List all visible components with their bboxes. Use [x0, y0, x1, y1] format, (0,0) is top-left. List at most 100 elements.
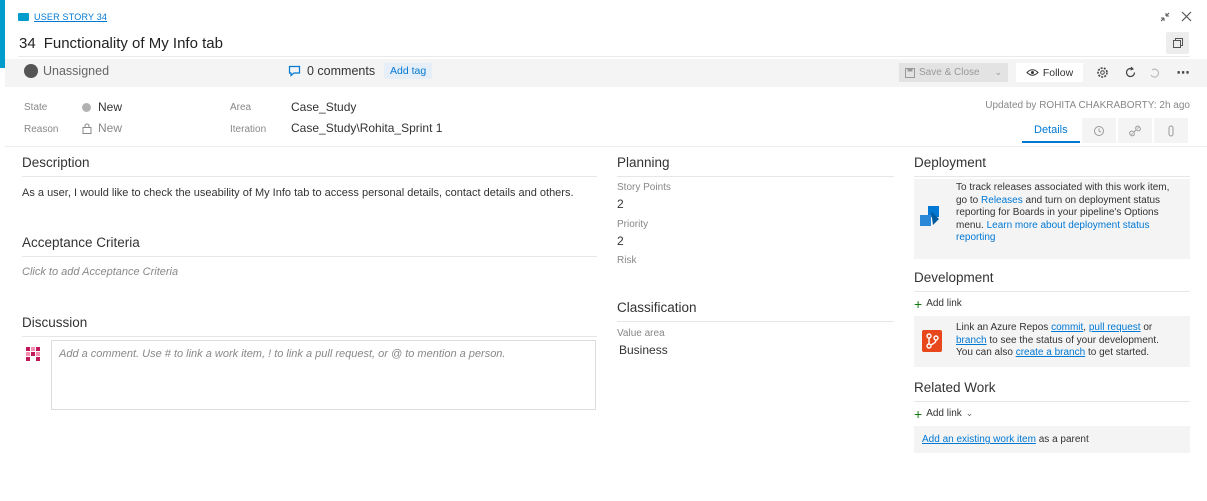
save-close-button[interactable]: Save & Close ⌄	[899, 63, 1008, 82]
deployment-text-3: and turn on deployment status	[1022, 194, 1161, 206]
comments-link[interactable]: 0 comments	[288, 64, 375, 78]
git-repo-icon	[922, 330, 942, 357]
description-heading: Description	[22, 155, 597, 177]
classification-heading: Classification	[617, 300, 894, 322]
lock-icon	[82, 123, 92, 134]
item-tabs: Details	[1022, 118, 1188, 143]
related-add-link[interactable]: + Add link ⌄	[914, 405, 974, 422]
learn-more-link-cont[interactable]: reporting	[956, 232, 995, 243]
assignee-label: Unassigned	[43, 64, 110, 78]
planning-heading: Planning	[617, 155, 894, 177]
pull-request-link[interactable]: pull request	[1089, 322, 1141, 333]
settings-gear-icon[interactable]	[1092, 63, 1112, 82]
eye-icon	[1026, 69, 1039, 76]
comment-icon	[288, 65, 301, 77]
deployment-text-4: reporting for Boards in your pipeline's …	[956, 207, 1159, 218]
releases-link[interactable]: Releases	[981, 195, 1023, 206]
refresh-icon[interactable]	[1120, 63, 1140, 82]
iteration-label: Iteration	[230, 124, 267, 135]
deployment-text-1: To track releases associated with this w…	[956, 182, 1170, 193]
description-text[interactable]: As a user, I would like to check the use…	[22, 186, 597, 201]
reason-picker[interactable]: New	[82, 121, 122, 135]
development-add-link[interactable]: + Add link	[914, 295, 962, 312]
development-text-3: You can also	[956, 347, 1016, 358]
comment-input[interactable]: Add a comment. Use # to link a work item…	[51, 340, 596, 410]
unassigned-avatar-icon	[24, 64, 38, 78]
comments-count: 0 comments	[307, 64, 376, 78]
reason-label: Reason	[24, 124, 59, 135]
related-work-info: Add an existing work item as a parent	[914, 426, 1190, 453]
save-close-label: Save & Close	[919, 67, 980, 78]
reason-value: New	[98, 121, 123, 135]
risk-label: Risk	[617, 255, 637, 266]
plus-icon: +	[914, 405, 923, 422]
acceptance-criteria-input[interactable]: Click to add Acceptance Criteria	[22, 266, 178, 278]
work-item-type-color-bar	[0, 0, 5, 68]
commit-link[interactable]: commit	[1051, 322, 1083, 333]
state-picker[interactable]: New	[82, 100, 122, 114]
work-item-id: 34	[19, 35, 36, 52]
development-text-1: Link an Azure Repos	[956, 322, 1052, 333]
chevron-down-icon[interactable]: ⌄	[966, 408, 974, 419]
deployment-heading: Deployment	[914, 155, 1190, 177]
add-existing-work-item-link[interactable]: Add an existing work item	[922, 434, 1036, 445]
create-branch-link[interactable]: create a branch	[1016, 347, 1086, 358]
priority-value[interactable]: 2	[617, 234, 624, 248]
state-value: New	[98, 100, 123, 114]
learn-more-link[interactable]: Learn more about deployment status	[987, 220, 1150, 231]
development-info: Link an Azure Repos commit, pull request…	[914, 316, 1190, 367]
add-tag-button[interactable]: Add tag	[384, 63, 433, 79]
history-icon[interactable]	[1081, 118, 1116, 143]
state-dot-icon	[82, 102, 91, 112]
tab-details[interactable]: Details	[1022, 118, 1080, 143]
work-item-type: USER STORY 34	[18, 12, 107, 22]
chevron-down-icon[interactable]: ⌄	[994, 67, 1008, 78]
close-icon[interactable]	[1180, 10, 1193, 27]
save-icon	[905, 67, 915, 78]
link-icon[interactable]	[1117, 118, 1152, 143]
title-field[interactable]: 34 Functionality of My Info tab	[18, 30, 1190, 57]
deployment-text-2: go to	[956, 194, 982, 206]
related-work-heading: Related Work	[914, 380, 1190, 402]
follow-button[interactable]: Follow	[1016, 63, 1083, 82]
development-or: or	[1140, 322, 1153, 333]
updated-by[interactable]: Updated by ROHITA CHAKRABORTY: 2h ago	[985, 100, 1190, 111]
acceptance-criteria-heading: Acceptance Criteria	[22, 235, 597, 257]
development-heading: Development	[914, 270, 1190, 292]
minimize-icon[interactable]	[1158, 10, 1172, 27]
development-add-link-label: Add link	[926, 298, 962, 309]
value-area-label: Value area	[617, 328, 665, 339]
development-text-4: to get started.	[1085, 347, 1150, 358]
story-points-value[interactable]: 2	[617, 197, 624, 211]
plus-icon: +	[914, 295, 923, 312]
follow-label: Follow	[1042, 66, 1074, 79]
area-value[interactable]: Case_Study	[291, 100, 356, 114]
area-label: Area	[230, 102, 252, 113]
window-controls	[1158, 10, 1193, 27]
work-item-title[interactable]: Functionality of My Info tab	[44, 35, 223, 52]
attachment-icon[interactable]	[1153, 118, 1188, 143]
iteration-value[interactable]: Case_Study\Rohita_Sprint 1	[291, 121, 442, 135]
deployment-info: To track releases associated with this w…	[914, 179, 1190, 259]
as-parent-text: as a parent	[1035, 434, 1089, 445]
assignee-picker[interactable]: Unassigned	[24, 64, 109, 78]
undo-icon[interactable]	[1145, 63, 1165, 82]
comment-placeholder: Add a comment. Use # to link a work item…	[59, 348, 506, 360]
work-item-type-link[interactable]: USER STORY 34	[34, 12, 107, 22]
related-add-link-label: Add link	[926, 408, 962, 419]
story-points-label: Story Points	[617, 182, 671, 193]
deployment-text-5: menu.	[956, 219, 987, 231]
priority-label: Priority	[617, 219, 649, 230]
user-avatar	[24, 345, 42, 368]
discussion-heading: Discussion	[22, 315, 597, 337]
rocket-icon	[919, 205, 941, 236]
value-area-value[interactable]: Business	[619, 343, 668, 357]
risk-field[interactable]	[617, 270, 887, 286]
branch-link[interactable]: branch	[956, 335, 987, 346]
development-text-2: to see the status of your development.	[986, 334, 1159, 346]
user-story-icon	[18, 13, 29, 21]
copy-icon	[1172, 38, 1183, 48]
copy-button[interactable]	[1166, 32, 1189, 54]
state-label: State	[24, 102, 48, 113]
more-actions-icon[interactable]: ⋯	[1173, 63, 1193, 82]
